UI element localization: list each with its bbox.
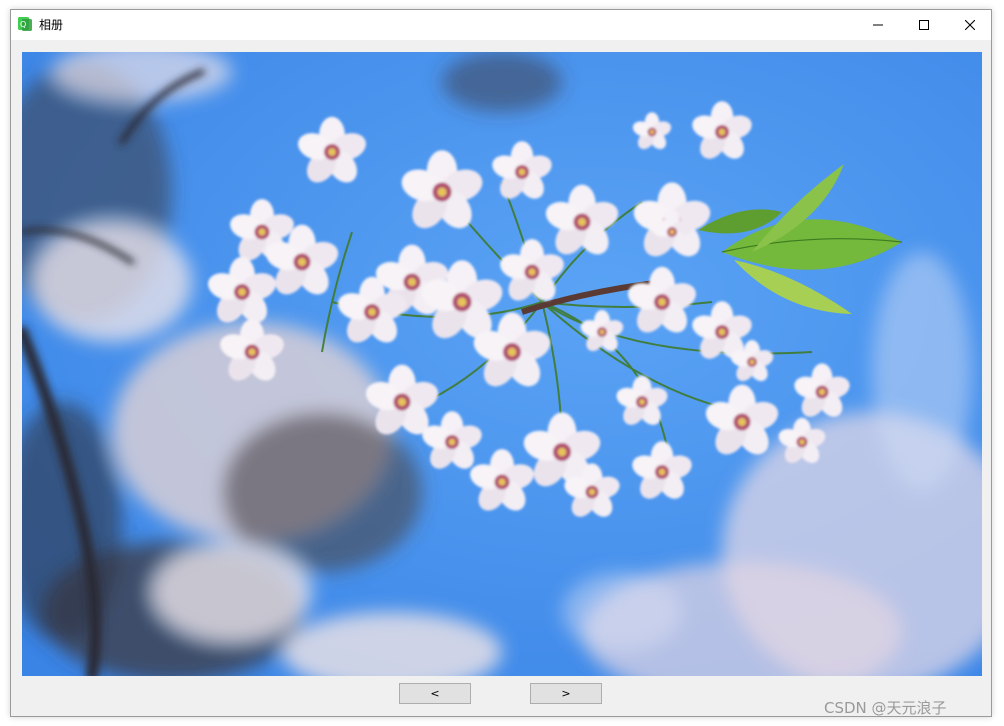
qt-app-icon: Q [18,17,32,31]
svg-text:Q: Q [20,20,26,29]
image-viewer [22,52,982,676]
next-button[interactable]: > [530,683,602,704]
window-title: 相册 [39,18,64,32]
maximize-button[interactable] [901,10,947,40]
minimize-button[interactable] [855,10,901,40]
maximize-icon [919,20,929,30]
close-icon [965,20,975,30]
app-window: Q 相册 < > [10,9,992,717]
prev-button[interactable]: < [399,683,471,704]
watermark-text: CSDN @天元浪子 [824,699,947,717]
cherry-blossom-photo [22,52,982,676]
minimize-icon [873,24,883,26]
close-button[interactable] [947,10,993,40]
title-bar[interactable]: Q 相册 [11,10,991,40]
